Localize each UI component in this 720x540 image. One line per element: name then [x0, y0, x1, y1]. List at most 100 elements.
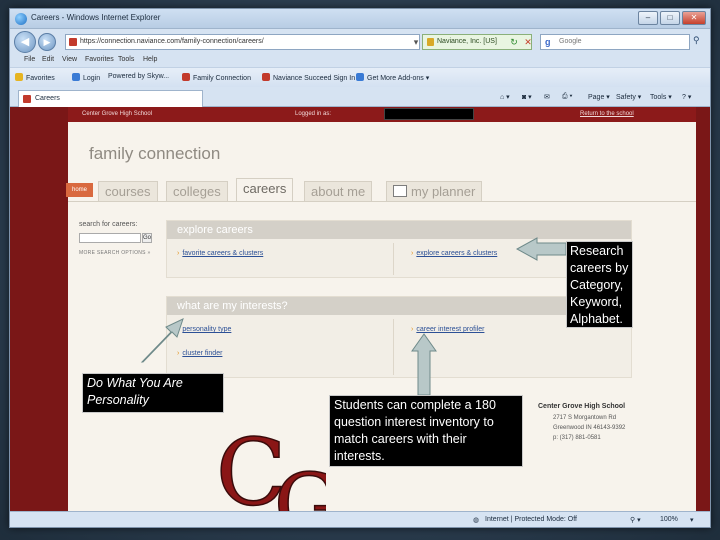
menu-file[interactable]: File: [24, 56, 35, 63]
address-dropdown-icon[interactable]: ▾: [410, 35, 422, 49]
favorite-family-connection[interactable]: Family Connection: [182, 73, 251, 82]
tab-bar: Careers ⌂ ▾ ◙ ▾ ✉ ⎙ ▾ Page ▾ Safety ▾ To…: [10, 87, 710, 107]
tab-my-planner-label: my planner: [411, 184, 476, 199]
maximize-button[interactable]: □: [660, 11, 680, 25]
search-placeholder: Google: [559, 38, 582, 45]
zoom-dropdown-icon[interactable]: ▾: [690, 516, 694, 524]
tab-about-me[interactable]: about me: [304, 181, 373, 201]
footer-school-name: Center Grove High School: [538, 403, 626, 410]
tools-menu-label: Tools: [650, 94, 667, 101]
zone-label: Internet | Protected Mode: Off: [485, 516, 577, 523]
window-title: Careers - Windows Internet Explorer: [31, 13, 161, 22]
favorite-label: Login: [83, 75, 101, 82]
interests-heading: what are my interests?: [167, 297, 631, 315]
back-arrow-icon: ◀: [20, 36, 30, 48]
footer-school-phone: p: (317) 881-0581: [553, 435, 601, 441]
more-search-options-link[interactable]: MORE SEARCH OPTIONS »: [79, 250, 151, 256]
explore-careers-panel: explore careers favorite careers & clust…: [166, 220, 632, 278]
address-url: https://connection.naviance.com/family-c…: [80, 38, 264, 45]
favorite-careers-link[interactable]: favorite careers & clusters: [177, 250, 263, 257]
feeds-icon[interactable]: ◙ ▾: [522, 93, 532, 101]
help-icon[interactable]: ? ▾: [682, 93, 691, 101]
zoom-icon[interactable]: ⚲ ▾: [630, 516, 641, 524]
print-icon[interactable]: ⎙ ▾: [562, 93, 573, 101]
close-button[interactable]: ✕: [682, 11, 706, 25]
minimize-button[interactable]: –: [638, 11, 658, 25]
tab-my-planner[interactable]: my planner: [386, 181, 483, 201]
refresh-icon[interactable]: ↻: [508, 35, 520, 49]
google-icon: g: [545, 37, 551, 47]
security-label: Naviance, Inc. [US]: [437, 38, 497, 45]
personality-type-link[interactable]: personality type: [177, 326, 231, 333]
lock-icon: [427, 38, 434, 46]
safety-menu[interactable]: Safety ▾: [616, 93, 641, 101]
site-favicon-icon: [69, 38, 77, 46]
menu-bar: File Edit View Favorites Tools Help: [10, 55, 710, 67]
search-careers-input[interactable]: [79, 233, 141, 243]
cluster-finder-link[interactable]: cluster finder: [177, 350, 222, 357]
search-careers-label: search for careers:: [79, 221, 138, 228]
read-mail-icon[interactable]: ✉: [544, 93, 550, 101]
page-menu[interactable]: Page ▾: [588, 93, 610, 101]
menu-view[interactable]: View: [62, 56, 77, 63]
menu-edit[interactable]: Edit: [42, 56, 54, 63]
favorite-get-addons[interactable]: Get More Add-ons ▾: [356, 73, 429, 82]
favorite-login[interactable]: Login: [72, 73, 100, 82]
forward-button[interactable]: ▶: [38, 33, 56, 51]
interest-inventory-callout: Students can complete a 180 question int…: [329, 395, 523, 467]
stop-icon[interactable]: ✕: [522, 35, 534, 49]
tab-divider: [68, 201, 696, 202]
family-connection-brand: family connection: [89, 144, 221, 163]
favorites-button[interactable]: Favorites: [15, 73, 55, 82]
favorite-label: Family Connection: [193, 75, 251, 82]
page-icon: [72, 73, 80, 81]
return-to-school-link[interactable]: Return to the school: [580, 111, 634, 117]
svg-text:G: G: [274, 456, 326, 511]
favorite-naviance-sign-in[interactable]: Naviance Succeed Sign In: [262, 73, 355, 82]
panel-divider: [393, 243, 394, 275]
star-icon: [15, 73, 23, 81]
page-icon: [262, 73, 270, 81]
favorite-label: Get More Add-ons: [367, 75, 424, 82]
redacted-username: [384, 108, 474, 120]
forward-arrow-icon: ▶: [43, 37, 51, 47]
favorite-skyward[interactable]: Powered by Skyw...: [108, 73, 169, 80]
search-magnifier-icon[interactable]: ⚲: [693, 35, 707, 49]
home-tab[interactable]: home: [66, 183, 93, 197]
menu-favorites[interactable]: Favorites: [85, 56, 114, 63]
search-go-button[interactable]: Go: [142, 233, 152, 243]
tab-favicon-icon: [23, 95, 31, 103]
page-menu-label: Page: [588, 94, 605, 101]
favorite-label: Powered by Skyw...: [108, 73, 170, 80]
menu-help[interactable]: Help: [143, 56, 157, 63]
panel-divider: [393, 319, 394, 375]
globe-icon: ◍: [473, 517, 480, 524]
footer-school-address: 2717 S Morgantown Rd: [553, 415, 617, 421]
tab-careers[interactable]: Careers: [18, 90, 203, 107]
school-header: Center Grove High School: [82, 111, 153, 117]
center-grove-logo: C G: [216, 418, 326, 511]
tab-colleges[interactable]: colleges: [166, 181, 228, 201]
page-icon: [182, 73, 190, 81]
logged-in-label: Logged in as:: [295, 111, 332, 117]
zoom-level[interactable]: 100%: [660, 516, 678, 523]
status-bar: ◍ Internet | Protected Mode: Off ⚲ ▾ 100…: [10, 511, 710, 527]
personality-callout: Do What You Are Personality: [82, 373, 224, 413]
favorites-bar: Favorites Login Powered by Skyw... Famil…: [10, 67, 710, 87]
tab-courses[interactable]: courses: [98, 181, 158, 201]
explore-careers-clusters-link[interactable]: explore careers & clusters: [411, 250, 497, 257]
search-input[interactable]: g Google: [540, 34, 690, 50]
research-callout: Research careers by Category, Keyword, A…: [566, 241, 633, 328]
planner-icon: [393, 185, 407, 197]
page-icon: [356, 73, 364, 81]
career-interest-profiler-link[interactable]: career interest profiler: [411, 326, 484, 333]
back-button[interactable]: ◀: [14, 31, 36, 53]
tab-careers-active[interactable]: careers: [236, 178, 294, 201]
home-icon[interactable]: ⌂ ▾: [500, 93, 510, 101]
address-input[interactable]: https://connection.naviance.com/family-c…: [65, 34, 420, 50]
tools-menu[interactable]: Tools ▾: [650, 93, 672, 101]
footer-school-city: Greenwood IN 46143-9392: [553, 425, 626, 431]
menu-tools[interactable]: Tools: [118, 56, 134, 63]
explore-careers-heading: explore careers: [167, 221, 631, 239]
favorite-label: Naviance Succeed Sign In: [273, 75, 356, 82]
